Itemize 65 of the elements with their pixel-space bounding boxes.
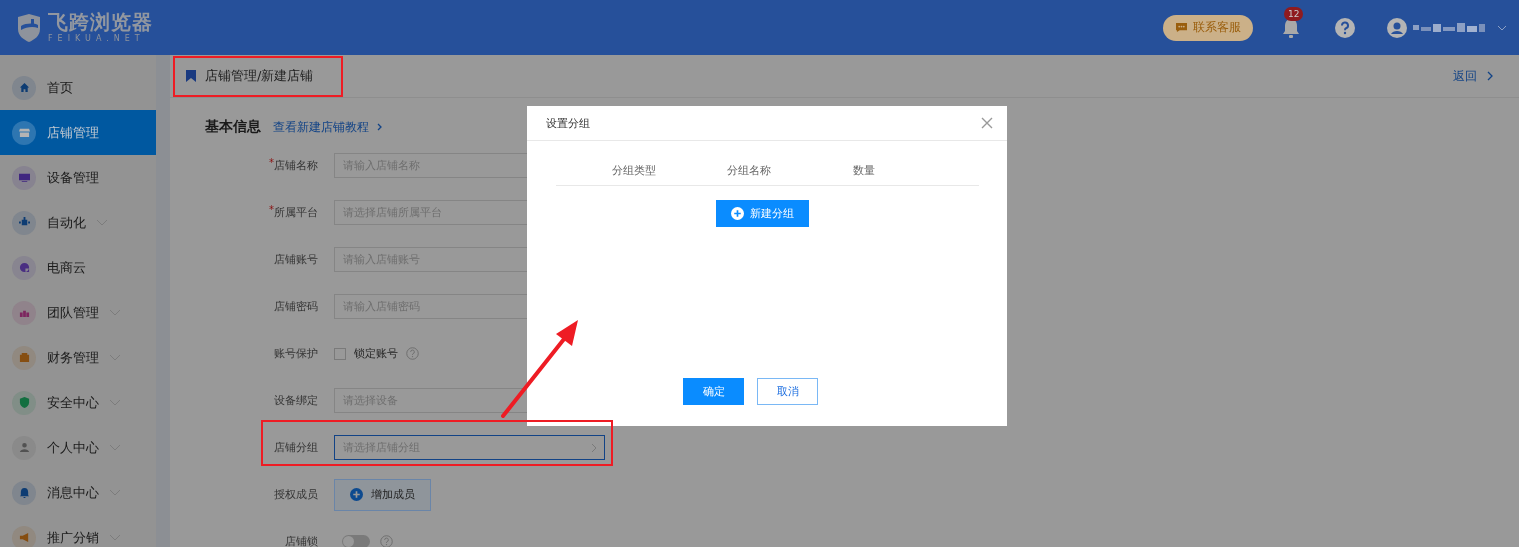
chevron-down-icon[interactable] [1497, 24, 1507, 31]
checkbox[interactable] [334, 347, 346, 360]
sidebar-item-label: 财务管理 [47, 348, 99, 367]
breadcrumb: 店铺管理/新建店铺 [205, 67, 314, 85]
sidebar-item-label: 个人中心 [47, 438, 99, 457]
logo-subtitle: FEIKUA.NET [48, 35, 146, 43]
sidebar-item[interactable]: 首页 [0, 65, 156, 110]
field-label: 授权成员 [274, 487, 318, 502]
sidebar-item-label: 消息中心 [47, 483, 99, 502]
sidebar-item-label: 设备管理 [47, 168, 99, 187]
column-header: 数量 [851, 162, 876, 178]
field-label: 店铺名称 [274, 159, 318, 173]
field-label: 所属平台 [274, 206, 318, 220]
sidebar-item[interactable]: 安全中心 [0, 380, 156, 425]
sidebar-item[interactable]: 财务管理 [0, 335, 156, 380]
sidebar-item-label: 电商云 [47, 258, 86, 277]
field-label: 店铺锁 [285, 534, 318, 547]
sidebar-item[interactable]: 消息中心 [0, 470, 156, 515]
sidebar-item-label: 团队管理 [47, 303, 99, 322]
back-link[interactable]: 返回 [1453, 67, 1477, 85]
sidebar-item-label: 首页 [47, 78, 73, 97]
sidebar-item-label: 店铺管理 [47, 123, 99, 142]
sidebar-item-label: 安全中心 [47, 393, 99, 412]
sidebar-item[interactable]: 推广分销 [0, 515, 156, 547]
sidebar-item[interactable]: 设备管理 [0, 155, 156, 200]
avatar-icon[interactable] [1387, 17, 1407, 38]
field-label: 店铺账号 [274, 252, 318, 267]
help-icon[interactable] [406, 347, 419, 360]
chevron-right-icon[interactable] [1487, 71, 1493, 81]
field-label: 设备绑定 [274, 393, 318, 408]
required-mark: * [269, 205, 274, 215]
plus-icon [350, 488, 363, 501]
new-group-button[interactable]: 新建分组 [716, 200, 809, 227]
help-icon[interactable] [380, 535, 393, 547]
bookmark-icon [186, 70, 196, 82]
sidebar-item[interactable]: 店铺管理 [0, 110, 156, 155]
tutorial-link[interactable]: 查看新建店铺教程 [273, 118, 369, 136]
shield-logo-icon [16, 12, 42, 43]
notification-badge: 12 [1284, 6, 1304, 21]
chat-icon [1175, 22, 1188, 33]
sidebar-item-label: 自动化 [47, 213, 86, 232]
column-header: 分组名称 [725, 162, 772, 178]
cancel-button[interactable]: 取消 [757, 378, 818, 405]
sidebar-item-label: 推广分销 [47, 528, 99, 547]
column-header: 分组类型 [610, 162, 657, 178]
field-label: 店铺密码 [274, 299, 318, 314]
sidebar-item[interactable]: 个人中心 [0, 425, 156, 470]
dialog-title: 设置分组 [546, 115, 590, 131]
toggle-switch[interactable] [342, 535, 370, 547]
section-title: 基本信息 [205, 118, 261, 136]
sidebar-item[interactable]: 电商云 [0, 245, 156, 290]
checkbox-label: 锁定账号 [354, 346, 398, 361]
help-icon[interactable] [1335, 17, 1355, 38]
required-mark: * [269, 158, 274, 168]
chevron-right-icon [591, 443, 597, 453]
confirm-button[interactable]: 确定 [683, 378, 744, 405]
add-member-button[interactable]: 增加成员 [334, 478, 431, 511]
logo-title: 飞跨浏览器 [48, 12, 153, 32]
plus-icon [731, 207, 744, 220]
close-icon[interactable] [981, 117, 993, 129]
sidebar-item[interactable]: 团队管理 [0, 290, 156, 335]
field-label: 店铺分组 [274, 440, 318, 455]
sidebar-item[interactable]: 自动化 [0, 200, 156, 245]
field-label: 账号保护 [274, 346, 318, 361]
chevron-right-icon[interactable] [377, 122, 383, 132]
